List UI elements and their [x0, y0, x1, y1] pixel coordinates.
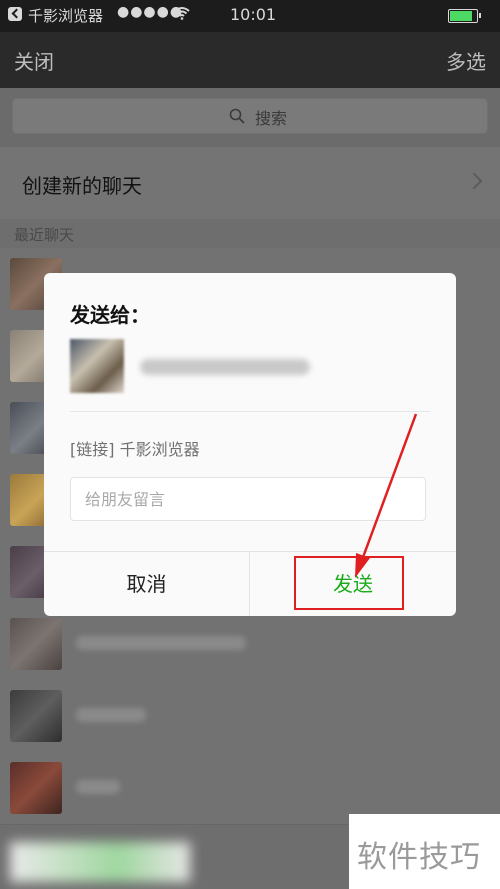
contact-name-redacted [76, 636, 246, 650]
back-to-app-icon[interactable] [8, 7, 22, 21]
wifi-icon [174, 7, 190, 20]
dialog-title: 发送给： [70, 303, 150, 327]
recipient-name-redacted [140, 359, 310, 375]
status-time: 10:01 [230, 5, 277, 24]
status-app-label[interactable]: 千影浏览器 [28, 5, 103, 26]
contact-name-redacted [76, 708, 146, 722]
nav-bar: 关闭 多选 [0, 32, 500, 88]
cancel-button[interactable]: 取消 [44, 552, 250, 616]
avatar [10, 690, 62, 742]
shared-link-text: [链接] 千影浏览器 [70, 440, 200, 459]
chevron-right-icon [465, 172, 483, 190]
multi-select-button[interactable]: 多选 [446, 46, 486, 75]
search-bar: 搜索 [0, 88, 500, 146]
battery-icon [448, 9, 481, 23]
message-input[interactable] [70, 477, 426, 521]
avatar [10, 618, 62, 670]
search-icon [229, 108, 245, 124]
list-item[interactable] [0, 680, 500, 753]
contact-name-redacted [76, 780, 120, 794]
status-bar: 千影浏览器 ●●●●● 10:01 [0, 0, 500, 32]
create-new-chat-item[interactable]: 创建新的聊天 [0, 146, 500, 219]
create-new-chat-label: 创建新的聊天 [22, 174, 142, 198]
watermark-text: 软件技巧 [357, 840, 481, 875]
partial-list-item-redacted [10, 842, 190, 882]
recent-chats-header: 最近聊天 [14, 226, 75, 244]
search-input[interactable]: 搜索 [12, 98, 488, 134]
avatar [10, 762, 62, 814]
watermark: 软件技巧 [349, 814, 500, 889]
close-button[interactable]: 关闭 [14, 46, 54, 75]
recipient-avatar [70, 339, 124, 393]
share-screen: 千影浏览器 ●●●●● 10:01 关闭 多选 搜索 创建新的聊天 最近聊天 发… [0, 0, 500, 889]
search-placeholder: 搜索 [255, 109, 288, 128]
send-button-highlight-box [294, 556, 404, 610]
list-item[interactable] [0, 608, 500, 681]
divider [70, 411, 430, 412]
